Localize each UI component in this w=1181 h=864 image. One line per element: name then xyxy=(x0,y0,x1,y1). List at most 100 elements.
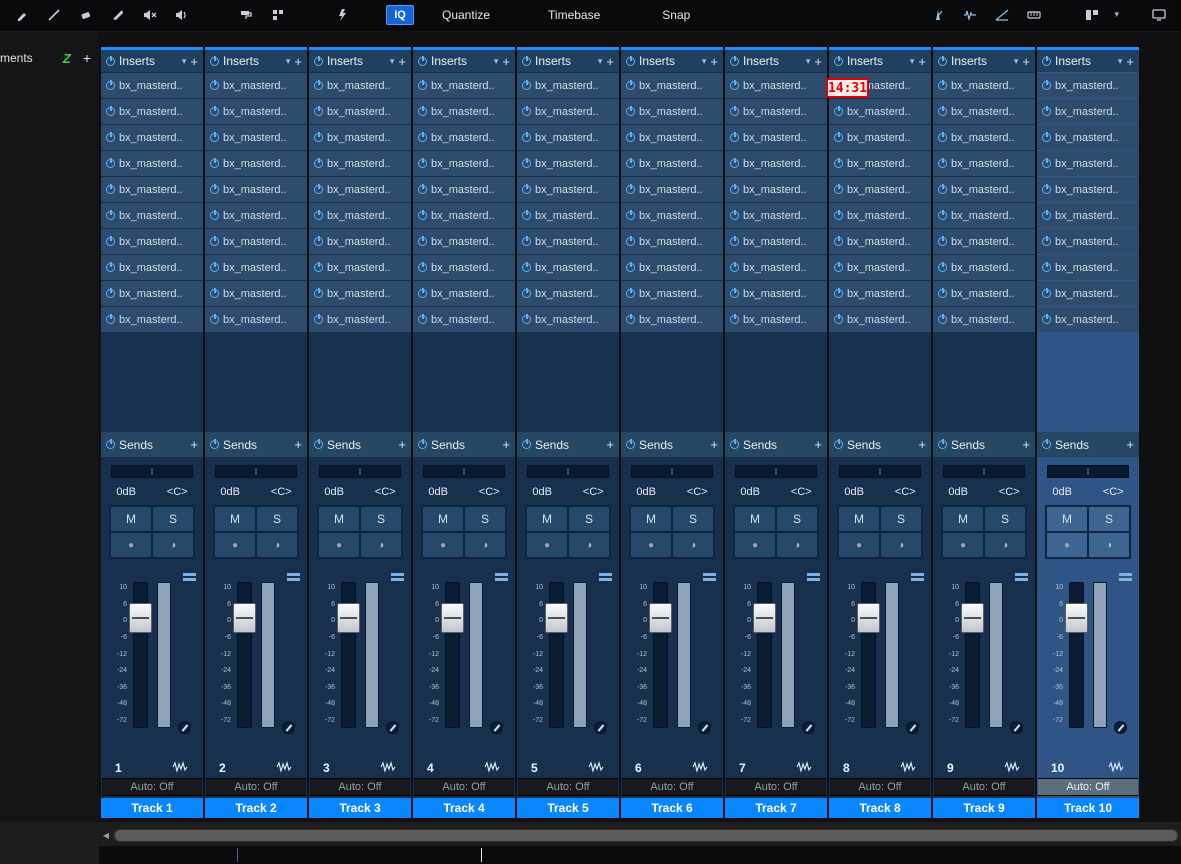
sends-header[interactable]: Sends + xyxy=(933,432,1035,457)
add-insert-button[interactable]: + xyxy=(1126,54,1134,69)
gain-value[interactable]: 0dB xyxy=(740,486,760,498)
power-icon[interactable] xyxy=(210,184,219,194)
chevron-down-icon[interactable]: ▾ xyxy=(390,56,395,67)
gain-value[interactable]: 0dB xyxy=(116,486,136,498)
chevron-down-icon[interactable]: ▾ xyxy=(286,56,291,67)
power-icon[interactable] xyxy=(418,132,427,142)
gain-value[interactable]: 0dB xyxy=(220,486,240,498)
insert-slot[interactable]: bx_masterd.. xyxy=(205,229,307,254)
mute-button[interactable]: M xyxy=(734,506,776,532)
pan-value[interactable]: <C> xyxy=(1103,486,1124,498)
fader-handle[interactable] xyxy=(441,603,464,633)
fader-handle[interactable] xyxy=(233,603,256,633)
power-icon[interactable] xyxy=(938,106,947,116)
fader-mode-icon[interactable] xyxy=(703,573,716,583)
record-arm-button[interactable]: ● xyxy=(422,532,464,558)
insert-slot[interactable]: bx_masterd.. xyxy=(205,203,307,228)
insert-slot[interactable]: bx_masterd.. xyxy=(1037,281,1139,306)
track-name[interactable]: Track 4 xyxy=(413,798,515,818)
macro-tool-icon[interactable] xyxy=(330,3,354,27)
scroll-left-button[interactable]: ◀ xyxy=(99,831,113,840)
sends-header[interactable]: Sends + xyxy=(413,432,515,457)
sends-header[interactable]: Sends + xyxy=(1037,432,1139,457)
power-icon[interactable] xyxy=(314,80,323,90)
power-icon[interactable] xyxy=(418,80,427,90)
chevron-down-icon[interactable]: ▾ xyxy=(806,56,811,67)
waveform-view-icon[interactable] xyxy=(958,3,982,27)
power-icon[interactable] xyxy=(834,184,843,194)
inserts-header[interactable]: Inserts ▾ + xyxy=(725,47,827,72)
insert-slot[interactable]: bx_masterd.. xyxy=(1037,203,1139,228)
power-icon[interactable] xyxy=(314,288,323,298)
insert-slot[interactable]: bx_masterd.. xyxy=(725,177,827,202)
power-icon[interactable] xyxy=(730,80,739,90)
monitor-icon[interactable] xyxy=(1147,3,1171,27)
volume-fader[interactable] xyxy=(129,582,152,728)
inserts-header[interactable]: Inserts ▾ + xyxy=(621,47,723,72)
power-icon[interactable] xyxy=(314,184,323,194)
insert-slot[interactable]: bx_masterd.. xyxy=(1037,151,1139,176)
chevron-down-icon[interactable]: ▾ xyxy=(910,56,915,67)
insert-slot[interactable]: bx_masterd.. xyxy=(517,151,619,176)
pan-slider[interactable] xyxy=(839,465,921,478)
insert-slot[interactable]: bx_masterd.. xyxy=(1037,229,1139,254)
power-icon[interactable] xyxy=(938,236,947,246)
insert-slot[interactable]: bx_masterd.. xyxy=(517,229,619,254)
insert-slot[interactable]: bx_masterd.. xyxy=(933,229,1035,254)
pan-knob[interactable] xyxy=(282,721,295,734)
pan-value[interactable]: <C> xyxy=(479,486,500,498)
power-icon[interactable] xyxy=(626,106,635,116)
pan-value[interactable]: <C> xyxy=(375,486,396,498)
fader-handle[interactable] xyxy=(961,603,984,633)
insert-slot[interactable]: bx_masterd.. xyxy=(517,307,619,332)
volume-fader[interactable] xyxy=(961,582,984,728)
add-send-button[interactable]: + xyxy=(1022,437,1030,452)
track-name[interactable]: Track 3 xyxy=(309,798,411,818)
power-icon[interactable] xyxy=(730,314,739,324)
power-icon[interactable] xyxy=(626,55,635,66)
track-name[interactable]: Track 2 xyxy=(205,798,307,818)
insert-slot[interactable]: bx_masterd.. xyxy=(1037,99,1139,124)
add-send-button[interactable]: + xyxy=(1126,437,1134,452)
monitor-button[interactable]: ◑ xyxy=(256,532,298,558)
power-icon[interactable] xyxy=(834,288,843,298)
mute-button[interactable]: M xyxy=(422,506,464,532)
pan-slider[interactable] xyxy=(631,465,713,478)
gain-value[interactable]: 0dB xyxy=(532,486,552,498)
insert-slot[interactable]: bx_masterd.. xyxy=(101,307,203,332)
insert-slot[interactable]: bx_masterd.. xyxy=(309,229,411,254)
volume-fader[interactable] xyxy=(753,582,776,728)
power-icon[interactable] xyxy=(522,132,531,142)
power-icon[interactable] xyxy=(210,132,219,142)
gain-value[interactable]: 0dB xyxy=(428,486,448,498)
power-icon[interactable] xyxy=(106,184,115,194)
power-icon[interactable] xyxy=(730,236,739,246)
pan-slider[interactable] xyxy=(735,465,817,478)
power-icon[interactable] xyxy=(626,132,635,142)
insert-slot[interactable]: bx_masterd.. xyxy=(101,281,203,306)
add-send-button[interactable]: + xyxy=(814,437,822,452)
power-icon[interactable] xyxy=(522,288,531,298)
power-icon[interactable] xyxy=(1042,55,1051,66)
insert-slot[interactable]: bx_masterd.. xyxy=(205,125,307,150)
power-icon[interactable] xyxy=(938,288,947,298)
pan-value[interactable]: <C> xyxy=(791,486,812,498)
insert-slot[interactable]: bx_masterd.. xyxy=(309,125,411,150)
power-icon[interactable] xyxy=(1042,314,1051,324)
power-icon[interactable] xyxy=(1042,439,1051,449)
fader-handle[interactable] xyxy=(649,603,672,633)
power-icon[interactable] xyxy=(210,439,219,449)
power-icon[interactable] xyxy=(938,158,947,168)
insert-slot[interactable]: bx_masterd.. xyxy=(621,125,723,150)
fader-mode-icon[interactable] xyxy=(911,573,924,583)
fader-handle[interactable] xyxy=(337,603,360,633)
inserts-header[interactable]: Inserts ▾ + xyxy=(1037,47,1139,72)
power-icon[interactable] xyxy=(522,210,531,220)
sends-header[interactable]: Sends + xyxy=(205,432,307,457)
automation-mode[interactable]: Auto: Off xyxy=(206,778,306,796)
power-icon[interactable] xyxy=(418,55,427,66)
insert-slot[interactable]: bx_masterd.. xyxy=(621,203,723,228)
chevron-down-icon[interactable]: ▾ xyxy=(1114,9,1119,20)
pan-value[interactable]: <C> xyxy=(583,486,604,498)
power-icon[interactable] xyxy=(522,236,531,246)
